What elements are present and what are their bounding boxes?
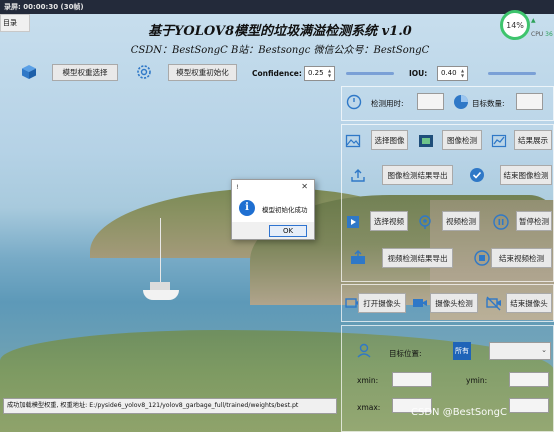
title-bar: 录屏: 00:00:30 (30帧) [0, 0, 554, 14]
app-title: 基于YOLOV8模型的垃圾满溢检测系统 v1.0 [148, 24, 412, 39]
all-icon-badge: 所有 [453, 342, 471, 360]
iou-value: 0.40 [441, 69, 457, 77]
cube-icon [22, 65, 36, 79]
camera-detect-icon [413, 299, 427, 307]
app-subtitle: CSDN：BestSongC B站：Bestsongc 微信公众号：BestSo… [130, 45, 430, 56]
video-file-icon [347, 216, 359, 228]
export-video-result-button[interactable]: 视频检测结果导出 [382, 248, 453, 268]
xmin-label: xmin: [357, 376, 379, 385]
boat-mast [160, 218, 161, 292]
ymin-label: ymin: [466, 376, 488, 385]
location-icon [357, 343, 371, 358]
menu-directory[interactable]: 目录 [0, 14, 30, 32]
cpu-arrow-icon: ▲ [531, 17, 536, 24]
xmax-label: xmax: [357, 403, 381, 412]
pause-detect-button[interactable]: 暂停检测 [516, 211, 552, 231]
chevron-down-icon: ⌄ [541, 346, 547, 354]
dialog-title: ! [236, 183, 239, 191]
model-select-button[interactable]: 模型权重选择 [52, 64, 118, 81]
video-detect-button[interactable]: 视频检测 [442, 211, 480, 231]
end-image-detect-button[interactable]: 结束图像检测 [500, 165, 552, 185]
iou-spinbox[interactable]: 0.40 ▲ ▼ [437, 66, 468, 81]
image-detect-button[interactable]: 图像检测 [442, 130, 482, 150]
spin-arrows-icon[interactable]: ▲ ▼ [459, 68, 466, 79]
check-circle-icon [470, 168, 484, 182]
ymin-field [509, 372, 549, 387]
film-icon [419, 135, 433, 147]
pause-icon [493, 214, 509, 230]
position-label: 目标位置: [389, 349, 422, 358]
iou-label: IOU: [409, 69, 428, 78]
end-video-detect-button[interactable]: 结束视频检测 [491, 248, 552, 268]
count-field [516, 93, 543, 110]
ymax-field [509, 398, 549, 413]
all-label: 所有 [455, 347, 469, 355]
export-image-result-button[interactable]: 图像检测结果导出 [382, 165, 453, 185]
cpu-monitor-side: ▲ CPU 36 [531, 14, 553, 42]
cpu-percent: 14% [506, 21, 524, 30]
boat-sail [150, 282, 170, 290]
status-bar: 成功加载模型权重, 权重地址: E:/pyside6_yolov8_121/yo… [3, 398, 337, 414]
cpu-value: 36 [545, 31, 553, 38]
close-camera-button[interactable]: 结束摄像头 [506, 293, 552, 313]
confidence-slider[interactable] [346, 72, 394, 75]
xmin-field [392, 372, 432, 387]
camera-off-icon [486, 296, 501, 311]
dialog-message: 模型初始化成功 [262, 206, 308, 214]
target-select-dropdown[interactable]: ⌄ [489, 342, 551, 360]
stop-icon [474, 250, 490, 266]
window-title: 录屏: 00:00:30 (30帧) [4, 3, 84, 11]
time-field [417, 93, 444, 110]
upload-icon [351, 169, 365, 182]
pie-chart-icon [454, 95, 468, 109]
ok-button[interactable]: OK [269, 225, 307, 237]
watermark: CSDN @BestSongC [411, 407, 507, 418]
model-init-button[interactable]: 模型权重初始化 [168, 64, 237, 81]
confidence-label: Confidence: [252, 69, 302, 78]
iou-slider[interactable] [488, 72, 536, 75]
select-video-button[interactable]: 选择视频 [370, 211, 408, 231]
cpu-monitor-widget: 14% [500, 10, 530, 40]
gear-icon [137, 65, 151, 79]
line-chart-icon [491, 134, 507, 148]
result-show-button[interactable]: 结果展示 [514, 130, 552, 150]
message-dialog: ! ✕ i 模型初始化成功 OK [231, 179, 315, 240]
confidence-spinbox[interactable]: 0.25 ▲ ▼ [304, 66, 335, 81]
video-upload-icon [351, 250, 365, 264]
open-camera-button[interactable]: 打开摄像头 [358, 293, 406, 313]
time-label: 检测用时: [371, 99, 404, 108]
boat [143, 290, 179, 300]
confidence-value: 0.25 [308, 69, 324, 77]
clock-icon [346, 94, 362, 110]
info-icon: i [239, 200, 255, 216]
cpu-label: CPU [531, 31, 544, 38]
close-icon[interactable]: ✕ [301, 182, 308, 191]
select-image-button[interactable]: 选择图像 [371, 130, 408, 150]
video-detect-icon [419, 215, 431, 229]
image-icon [345, 134, 361, 148]
camera-detect-button[interactable]: 摄像头检测 [430, 293, 478, 313]
count-label: 目标数量: [472, 99, 505, 108]
spin-arrows-icon[interactable]: ▲ ▼ [326, 68, 333, 79]
